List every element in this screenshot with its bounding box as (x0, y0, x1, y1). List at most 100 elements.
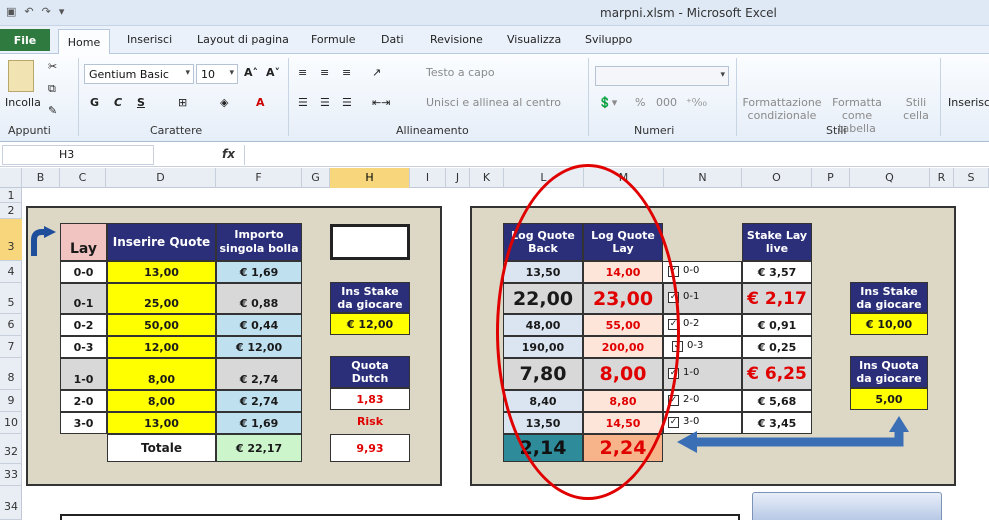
ribbon-separator (78, 58, 79, 136)
quote-input[interactable]: 50,00 (107, 314, 216, 336)
column-header[interactable]: B (22, 168, 60, 188)
row-header[interactable]: 9 (0, 390, 22, 412)
select-all-corner[interactable] (0, 168, 22, 188)
tab-inserisci[interactable]: Inserisci (127, 33, 172, 46)
borders-icon[interactable]: ⊞ (178, 96, 187, 109)
quote-input[interactable]: 13,00 (107, 261, 216, 283)
number-format-combo[interactable]: ▾ (595, 66, 729, 86)
row-header[interactable]: 34 (0, 486, 22, 520)
column-header[interactable]: P (812, 168, 850, 188)
quota-dutch-line1: Quota (351, 359, 389, 372)
tab-visualizza[interactable]: Visualizza (507, 33, 561, 46)
align-top-icon[interactable]: ≡ (298, 66, 307, 79)
align-middle-icon[interactable]: ≡ (320, 66, 329, 79)
column-header[interactable]: O (742, 168, 812, 188)
font-size-combo[interactable]: 10 ▾ (196, 64, 238, 84)
quote-input[interactable]: 13,00 (107, 412, 216, 434)
paste-button[interactable]: Incolla (5, 96, 41, 109)
tab-sviluppo[interactable]: Sviluppo (585, 33, 632, 46)
row-header[interactable]: 33 (0, 464, 22, 486)
save-icon[interactable]: ▣ (6, 5, 16, 18)
tab-revisione[interactable]: Revisione (430, 33, 483, 46)
shrink-font-icon[interactable]: A˅ (266, 66, 280, 79)
conditional-formatting-button[interactable]: Formattazione condizionale (742, 96, 822, 122)
column-header[interactable]: R (930, 168, 954, 188)
column-header[interactable]: G (302, 168, 330, 188)
row-header[interactable]: 5 (0, 283, 22, 314)
copy-icon[interactable]: ⧉ (48, 82, 56, 96)
grow-font-icon[interactable]: A˄ (244, 66, 258, 79)
column-header[interactable]: C (60, 168, 106, 188)
undo-icon[interactable]: ↶ (24, 5, 33, 18)
column-header[interactable]: D (106, 168, 216, 188)
format-painter-icon[interactable]: ✎ (48, 104, 57, 117)
row-header[interactable]: 2 (0, 203, 22, 219)
tab-formule[interactable]: Formule (311, 33, 356, 46)
bold-button[interactable]: G (90, 96, 99, 109)
paste-icon[interactable] (8, 60, 34, 92)
row-header[interactable]: 8 (0, 358, 22, 390)
name-box[interactable]: H3 (2, 145, 154, 165)
align-center-icon[interactable]: ☰ (320, 96, 330, 109)
tab-dati[interactable]: Dati (381, 33, 404, 46)
row-header[interactable]: 32 (0, 434, 22, 464)
row-header[interactable]: 1 (0, 188, 22, 203)
row-header[interactable]: 6 (0, 314, 22, 336)
quote-input[interactable]: 8,00 (107, 390, 216, 412)
align-left-icon[interactable]: ☰ (298, 96, 308, 109)
currency-icon[interactable]: 💲▾ (598, 96, 617, 109)
stake-lay-line1: Stake Lay (746, 229, 808, 242)
ins-stake-input[interactable]: € 12,00 (330, 313, 410, 335)
indent-icon[interactable]: ⇤⇥ (372, 96, 390, 109)
highlight-ellipse (496, 164, 680, 500)
redo-icon[interactable]: ↷ (42, 5, 51, 18)
font-color-icon[interactable]: A (256, 96, 265, 109)
formula-input[interactable] (244, 145, 984, 165)
merge-center-button[interactable]: Unisci e allinea al centro (426, 96, 561, 109)
column-header-selected[interactable]: H (330, 168, 410, 188)
customize-chevron-icon[interactable]: ▾ (59, 5, 65, 18)
align-bottom-icon[interactable]: ≡ (342, 66, 351, 79)
ins-stake-input-right[interactable]: € 10,00 (850, 313, 928, 335)
worksheet-grid[interactable]: Lay Inserire Quote Importo singola bolla… (22, 164, 989, 520)
quote-input[interactable]: 8,00 (107, 358, 216, 390)
row-header-selected[interactable]: 3 (0, 219, 22, 261)
row-header[interactable]: 4 (0, 261, 22, 283)
row-header[interactable]: 10 (0, 412, 22, 434)
checkbox-label: 0-3 (687, 340, 704, 351)
quote-input[interactable]: 12,00 (107, 336, 216, 358)
italic-button[interactable]: C (114, 96, 122, 109)
tab-file[interactable]: File (0, 29, 50, 51)
align-right-icon[interactable]: ☰ (342, 96, 352, 109)
orientation-icon[interactable]: ↗ (372, 66, 381, 79)
quote-input[interactable]: 25,00 (107, 283, 216, 314)
ribbon-separator (288, 58, 289, 136)
percent-button[interactable]: % (635, 96, 645, 109)
formula-bar: H3 fx (0, 143, 989, 167)
wrap-text-button[interactable]: Testo a capo (426, 66, 495, 79)
selected-cell-h3[interactable] (330, 224, 410, 260)
tab-layout[interactable]: Layout di pagina (197, 33, 289, 46)
column-header[interactable]: Q (850, 168, 930, 188)
ins-quota-input[interactable]: 5,00 (850, 388, 928, 410)
quick-access-toolbar[interactable]: ▣ ↶ ↷ ▾ (6, 5, 64, 18)
tab-home[interactable]: Home (58, 29, 110, 55)
fill-color-icon[interactable]: ◈ (220, 96, 228, 109)
decimal-icon[interactable]: ⁺⁰⁄₀₀ (686, 96, 707, 109)
column-header[interactable]: I (410, 168, 446, 188)
stake-lay-header: Stake Lay live (742, 223, 812, 261)
column-header[interactable]: J (446, 168, 470, 188)
underline-button[interactable]: S (137, 96, 145, 109)
column-header[interactable]: F (216, 168, 302, 188)
font-name-combo[interactable]: Gentium Basic ▾ (84, 64, 194, 84)
fx-icon[interactable]: fx (222, 147, 235, 161)
macro-button-partial[interactable] (752, 492, 942, 520)
column-header[interactable]: K (470, 168, 504, 188)
cell-styles-button[interactable]: Stili cella (896, 96, 936, 122)
column-header[interactable]: S (954, 168, 989, 188)
column-header[interactable]: N (664, 168, 742, 188)
cut-icon[interactable]: ✂ (48, 60, 57, 73)
insert-cells-button[interactable]: Inserisci (948, 96, 989, 109)
thousands-button[interactable]: 000 (656, 96, 677, 109)
row-header[interactable]: 7 (0, 336, 22, 358)
